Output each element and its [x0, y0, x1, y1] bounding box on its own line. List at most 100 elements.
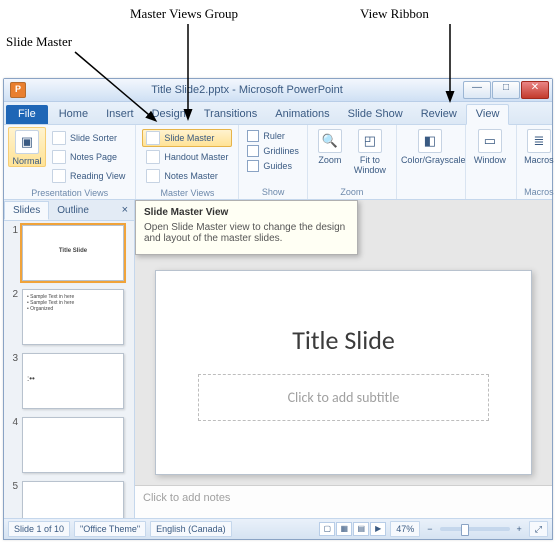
group-zoom: 🔍 Zoom ◰ Fit to Window Zoom — [308, 125, 397, 199]
zoom-slider[interactable] — [440, 527, 510, 531]
tab-animations[interactable]: Animations — [266, 105, 338, 124]
checkbox-icon — [247, 145, 259, 157]
window-icon: ▭ — [478, 129, 502, 153]
window-label: Window — [474, 155, 506, 165]
status-language[interactable]: English (Canada) — [150, 521, 232, 537]
color-grayscale-icon: ◧ — [418, 129, 442, 153]
ruler-checkbox[interactable]: Ruler — [245, 129, 301, 143]
status-zoom-value[interactable]: 47% — [390, 521, 420, 537]
fit-to-window-button[interactable]: ◰ Fit to Window — [348, 127, 392, 175]
reading-view-button[interactable]: Reading View — [48, 167, 129, 185]
callout-master-views-group: Master Views Group — [130, 6, 238, 22]
fit-to-window-label: Fit to Window — [354, 155, 386, 175]
group-macros: ≣ Macros Macros — [517, 125, 557, 199]
thumbnail-pane: Slides Outline × 1 Title Slide 2 • Sampl… — [4, 200, 135, 518]
handout-master-label: Handout Master — [164, 152, 228, 162]
notes-master-icon — [146, 169, 160, 183]
normal-label: Normal — [12, 156, 41, 166]
normal-button[interactable]: ▣ Normal — [8, 127, 46, 167]
app-icon: P — [10, 82, 26, 98]
macros-label: Macros — [524, 155, 554, 165]
slide-master-label: Slide Master — [164, 133, 214, 143]
fit-slide-button[interactable]: ⤢ — [529, 521, 548, 537]
slide-title[interactable]: Title Slide — [292, 324, 395, 356]
checkbox-icon — [247, 160, 259, 172]
group-label-show: Show — [243, 186, 303, 199]
group-master-views: Slide Master Handout Master Notes Master… — [136, 125, 239, 199]
close-button[interactable]: ✕ — [521, 81, 549, 99]
tab-insert[interactable]: Insert — [97, 105, 143, 124]
macros-icon: ≣ — [527, 129, 551, 153]
fit-to-window-icon: ◰ — [358, 129, 382, 153]
thumbnail-4[interactable]: 4 — [8, 417, 130, 473]
thumb-tab-close[interactable]: × — [116, 203, 134, 218]
tooltip-title: Slide Master View — [144, 207, 349, 218]
thumbnail-5[interactable]: 5 — [8, 481, 130, 518]
notes-pane[interactable]: Click to add notes — [135, 485, 552, 518]
color-grayscale-button[interactable]: ◧ Color/Grayscale — [401, 127, 459, 165]
slide-master-button[interactable]: Slide Master — [142, 129, 232, 147]
group-label-master-views: Master Views — [140, 187, 234, 200]
group-color-grayscale: ◧ Color/Grayscale — [397, 125, 466, 199]
group-show: Ruler Gridlines Guides Show — [239, 125, 308, 199]
gridlines-checkbox[interactable]: Gridlines — [245, 144, 301, 158]
callout-view-ribbon: View Ribbon — [360, 6, 429, 22]
group-label-zoom: Zoom — [312, 186, 392, 199]
guides-checkbox[interactable]: Guides — [245, 159, 301, 173]
editor-area: Slide Master View Open Slide Master view… — [135, 200, 552, 518]
tab-home[interactable]: Home — [50, 105, 97, 124]
minimize-button[interactable]: — — [463, 81, 491, 99]
notes-page-label: Notes Page — [70, 152, 117, 162]
tab-review[interactable]: Review — [412, 105, 466, 124]
window-button[interactable]: ▭ Window — [470, 127, 510, 165]
thumbnail-3[interactable]: 3 :•• — [8, 353, 130, 409]
slide-sorter-label: Slide Sorter — [70, 133, 117, 143]
handout-master-button[interactable]: Handout Master — [142, 148, 232, 166]
thumbnail-list[interactable]: 1 Title Slide 2 • Sample Text in here • … — [4, 221, 134, 518]
reading-view-label: Reading View — [70, 171, 125, 181]
tab-view[interactable]: View — [466, 104, 510, 125]
thumbnail-1[interactable]: 1 Title Slide — [8, 225, 130, 281]
slide-sorter-icon — [52, 131, 66, 145]
tab-design[interactable]: Design — [143, 105, 195, 124]
view-slideshow-icon[interactable]: ▶ — [370, 522, 386, 536]
zoom-icon: 🔍 — [318, 129, 342, 153]
thumbnail-2[interactable]: 2 • Sample Text in here • Sample Text in… — [8, 289, 130, 345]
zoom-out-button[interactable]: − — [424, 524, 435, 534]
tab-file[interactable]: File — [6, 105, 48, 124]
tab-slide-show[interactable]: Slide Show — [339, 105, 412, 124]
status-slide-count: Slide 1 of 10 — [8, 521, 70, 537]
tab-transitions[interactable]: Transitions — [195, 105, 266, 124]
macros-button[interactable]: ≣ Macros — [521, 127, 557, 165]
maximize-button[interactable]: □ — [492, 81, 520, 99]
handout-master-icon — [146, 150, 160, 164]
status-bar: Slide 1 of 10 "Office Theme" English (Ca… — [4, 518, 552, 539]
view-normal-icon[interactable]: ▢ — [319, 522, 335, 536]
group-label-macros: Macros — [521, 186, 557, 199]
notes-master-button[interactable]: Notes Master — [142, 167, 232, 185]
checkbox-icon — [247, 130, 259, 142]
app-window: P Title Slide2.pptx - Microsoft PowerPoi… — [3, 78, 553, 540]
slide-subtitle-placeholder[interactable]: Click to add subtitle — [198, 374, 490, 421]
workspace: Slides Outline × 1 Title Slide 2 • Sampl… — [4, 200, 552, 518]
view-reading-icon[interactable]: ▤ — [353, 522, 369, 536]
slide-master-icon — [146, 131, 160, 145]
slide-canvas[interactable]: Title Slide Click to add subtitle — [155, 270, 532, 475]
reading-view-icon — [52, 169, 66, 183]
slide-sorter-button[interactable]: Slide Sorter — [48, 129, 129, 147]
titlebar: P Title Slide2.pptx - Microsoft PowerPoi… — [4, 79, 552, 102]
zoom-in-button[interactable]: + — [514, 524, 525, 534]
callout-slide-master: Slide Master — [6, 34, 72, 50]
status-theme: "Office Theme" — [74, 521, 146, 537]
group-label-presentation-views: Presentation Views — [8, 187, 131, 200]
tooltip-body: Open Slide Master view to change the des… — [144, 222, 349, 244]
zoom-button[interactable]: 🔍 Zoom — [312, 127, 348, 165]
view-shortcut-icons: ▢ ▦ ▤ ▶ — [319, 522, 386, 536]
notes-page-button[interactable]: Notes Page — [48, 148, 129, 166]
thumb-tab-slides[interactable]: Slides — [4, 201, 49, 220]
notes-page-icon — [52, 150, 66, 164]
thumb-tab-outline[interactable]: Outline — [49, 202, 97, 219]
view-sorter-icon[interactable]: ▦ — [336, 522, 352, 536]
zoom-label: Zoom — [318, 155, 341, 165]
ribbon: ▣ Normal Slide Sorter Notes Page Reading… — [4, 125, 552, 200]
